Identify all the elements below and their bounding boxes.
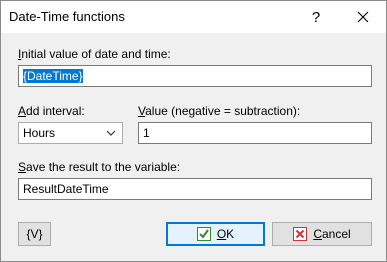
red-x-icon xyxy=(293,227,308,241)
ok-button-label: OK xyxy=(216,227,235,241)
interval-select[interactable]: Hours xyxy=(18,122,123,144)
title-bar: Date-Time functions ? xyxy=(1,1,386,33)
value-input[interactable]: 1 xyxy=(138,122,372,144)
save-result-label: Save the result to the variable: xyxy=(18,160,181,174)
help-button[interactable]: ? xyxy=(293,1,339,33)
add-interval-label: Add interval: xyxy=(18,104,85,118)
initial-value-label: Initial value of date and time: xyxy=(18,47,171,61)
value-label: Value (negative = subtraction): xyxy=(138,104,301,118)
chevron-down-icon xyxy=(106,130,116,136)
interval-selected-value: Hours xyxy=(23,126,56,140)
date-time-functions-dialog: Date-Time functions ? Initial value of d… xyxy=(0,0,387,262)
variables-button-label: {V} xyxy=(26,227,43,241)
value-input-text: 1 xyxy=(143,126,150,140)
window-title: Date-Time functions xyxy=(9,9,125,24)
variables-button[interactable]: {V} xyxy=(18,222,51,246)
initial-value-input[interactable]: {DateTime} xyxy=(18,65,372,87)
result-variable-text: ResultDateTime xyxy=(23,182,109,196)
result-variable-input[interactable]: ResultDateTime xyxy=(18,178,372,200)
close-x-icon xyxy=(357,11,369,23)
cancel-button[interactable]: Cancel xyxy=(272,222,372,246)
ok-button[interactable]: OK xyxy=(166,222,265,246)
initial-value-text: {DateTime} xyxy=(23,69,83,83)
close-button[interactable] xyxy=(340,1,386,33)
cancel-button-label: Cancel xyxy=(313,227,351,241)
question-mark-icon: ? xyxy=(311,8,321,26)
checkmark-icon xyxy=(196,227,211,241)
